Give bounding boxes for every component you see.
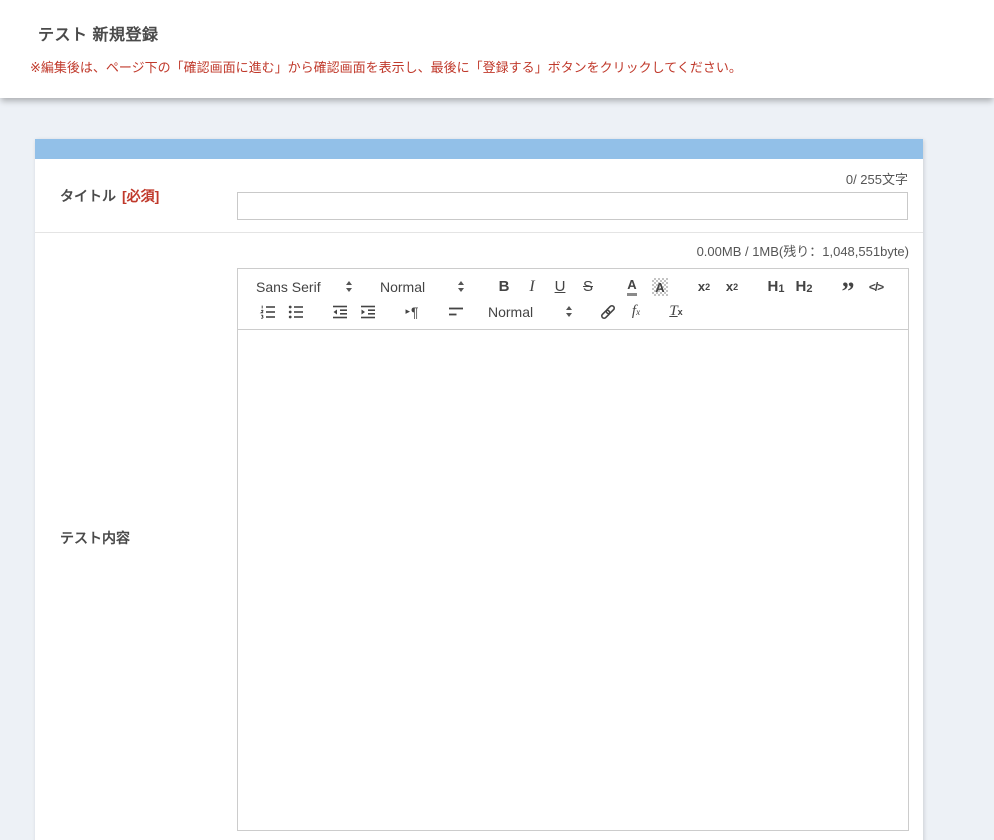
italic-button[interactable]: I bbox=[520, 275, 544, 299]
text-color-icon: A bbox=[627, 278, 636, 296]
header2-base: H bbox=[796, 278, 807, 295]
size-picker-value: Normal bbox=[380, 279, 425, 295]
background-color-button[interactable]: A bbox=[648, 275, 672, 299]
ordered-list-icon bbox=[259, 303, 277, 321]
clean-t-icon: T bbox=[669, 303, 677, 320]
char-counter: 0/ 255文字 bbox=[237, 169, 908, 188]
link-button[interactable] bbox=[596, 300, 620, 324]
superscript-button[interactable]: x2 bbox=[720, 275, 744, 299]
page-title: テスト 新規登録 bbox=[0, 0, 994, 45]
page: { "page": { "title": "テスト 新規登録", "notice… bbox=[0, 0, 994, 840]
strikethrough-button[interactable]: S bbox=[576, 275, 600, 299]
picker-arrows-icon bbox=[458, 281, 464, 292]
title-field-area: 0/ 255文字 bbox=[237, 159, 908, 232]
subscript-base: x bbox=[698, 279, 705, 294]
rich-text-editor: Sans Serif Normal B I U S bbox=[237, 268, 909, 831]
header1-digit: 1 bbox=[778, 283, 784, 295]
toolbar-row-1: Sans Serif Normal B I U S bbox=[256, 274, 908, 299]
underline-button[interactable]: U bbox=[548, 275, 572, 299]
title-label: タイトル [必須] bbox=[35, 159, 237, 232]
insert-group: fx Tx bbox=[596, 300, 692, 324]
title-input[interactable] bbox=[237, 192, 908, 220]
font-picker-value: Sans Serif bbox=[256, 279, 321, 295]
indent-group bbox=[328, 300, 384, 324]
header2-button[interactable]: H2 bbox=[792, 275, 816, 299]
indent-icon bbox=[359, 303, 377, 321]
outdent-icon bbox=[331, 303, 349, 321]
indent-button[interactable] bbox=[356, 300, 380, 324]
content-label-text: テスト内容 bbox=[60, 528, 130, 548]
block-group: ” </> bbox=[836, 275, 892, 299]
title-label-text: タイトル bbox=[60, 186, 116, 206]
header1-button[interactable]: H1 bbox=[764, 275, 788, 299]
text-direction-button[interactable]: ▸¶ bbox=[400, 300, 424, 324]
script-group: x2 x2 bbox=[692, 275, 748, 299]
line-height-picker-value: Normal bbox=[488, 304, 533, 320]
color-group: A A bbox=[620, 275, 676, 299]
form-card: タイトル [必須] 0/ 255文字 テスト内容 0.00MB / 1MB(残り… bbox=[35, 139, 923, 840]
content-field-area: 0.00MB / 1MB(残り：1,048,551byte) Sans Seri… bbox=[237, 233, 909, 840]
line-height-picker[interactable]: Normal bbox=[488, 304, 572, 320]
bullet-list-button[interactable] bbox=[284, 300, 308, 324]
toolbar-row-2: ▸¶ Normal bbox=[256, 299, 908, 324]
superscript-base: x bbox=[726, 279, 733, 294]
link-icon bbox=[599, 303, 617, 321]
align-group bbox=[444, 300, 472, 324]
size-info: 0.00MB / 1MB(残り：1,048,551byte) bbox=[237, 241, 909, 260]
size-picker[interactable]: Normal bbox=[380, 279, 464, 295]
formula-x-icon: x bbox=[636, 307, 640, 317]
subscript-button[interactable]: x2 bbox=[692, 275, 716, 299]
direction-group: ▸¶ bbox=[400, 300, 428, 324]
required-badge: [必須] bbox=[122, 186, 159, 206]
header-group: H1 H2 bbox=[764, 275, 820, 299]
direction-arrow-icon: ▸ bbox=[405, 306, 410, 317]
bullet-list-icon bbox=[287, 303, 305, 321]
text-color-button[interactable]: A bbox=[620, 275, 644, 299]
bold-button[interactable]: B bbox=[492, 275, 516, 299]
outdent-button[interactable] bbox=[328, 300, 352, 324]
content-row: テスト内容 0.00MB / 1MB(残り：1,048,551byte) San… bbox=[35, 233, 923, 840]
picker-arrows-icon bbox=[566, 306, 572, 317]
code-block-button[interactable]: </> bbox=[864, 275, 888, 299]
notice-text: ※編集後は、ページ下の「確認画面に進む」から確認画面を表示し、最後に「登録する」… bbox=[30, 57, 994, 76]
pilcrow-icon: ¶ bbox=[411, 304, 419, 320]
list-group bbox=[256, 300, 312, 324]
superscript-digit: 2 bbox=[733, 282, 738, 292]
ordered-list-button[interactable] bbox=[256, 300, 280, 324]
title-row: タイトル [必須] 0/ 255文字 bbox=[35, 159, 923, 233]
font-picker[interactable]: Sans Serif bbox=[256, 279, 352, 295]
clean-format-button[interactable]: Tx bbox=[664, 300, 688, 324]
formula-button[interactable]: fx bbox=[624, 300, 648, 324]
subscript-digit: 2 bbox=[705, 282, 710, 292]
align-left-icon bbox=[447, 303, 465, 321]
page-header: テスト 新規登録 ※編集後は、ページ下の「確認画面に進む」から確認画面を表示し、… bbox=[0, 0, 994, 98]
background-color-icon: A bbox=[652, 278, 667, 296]
header1-base: H bbox=[768, 278, 779, 295]
text-style-group: B I U S bbox=[492, 275, 604, 299]
editor-content-area[interactable] bbox=[238, 330, 908, 830]
align-button[interactable] bbox=[444, 300, 468, 324]
header2-digit: 2 bbox=[806, 283, 812, 295]
content-label: テスト内容 bbox=[35, 233, 237, 840]
picker-arrows-icon bbox=[346, 281, 352, 292]
card-accent-bar bbox=[35, 139, 923, 159]
blockquote-button[interactable]: ” bbox=[836, 275, 860, 299]
clean-x-icon: x bbox=[678, 307, 683, 317]
editor-toolbar: Sans Serif Normal B I U S bbox=[238, 269, 908, 330]
